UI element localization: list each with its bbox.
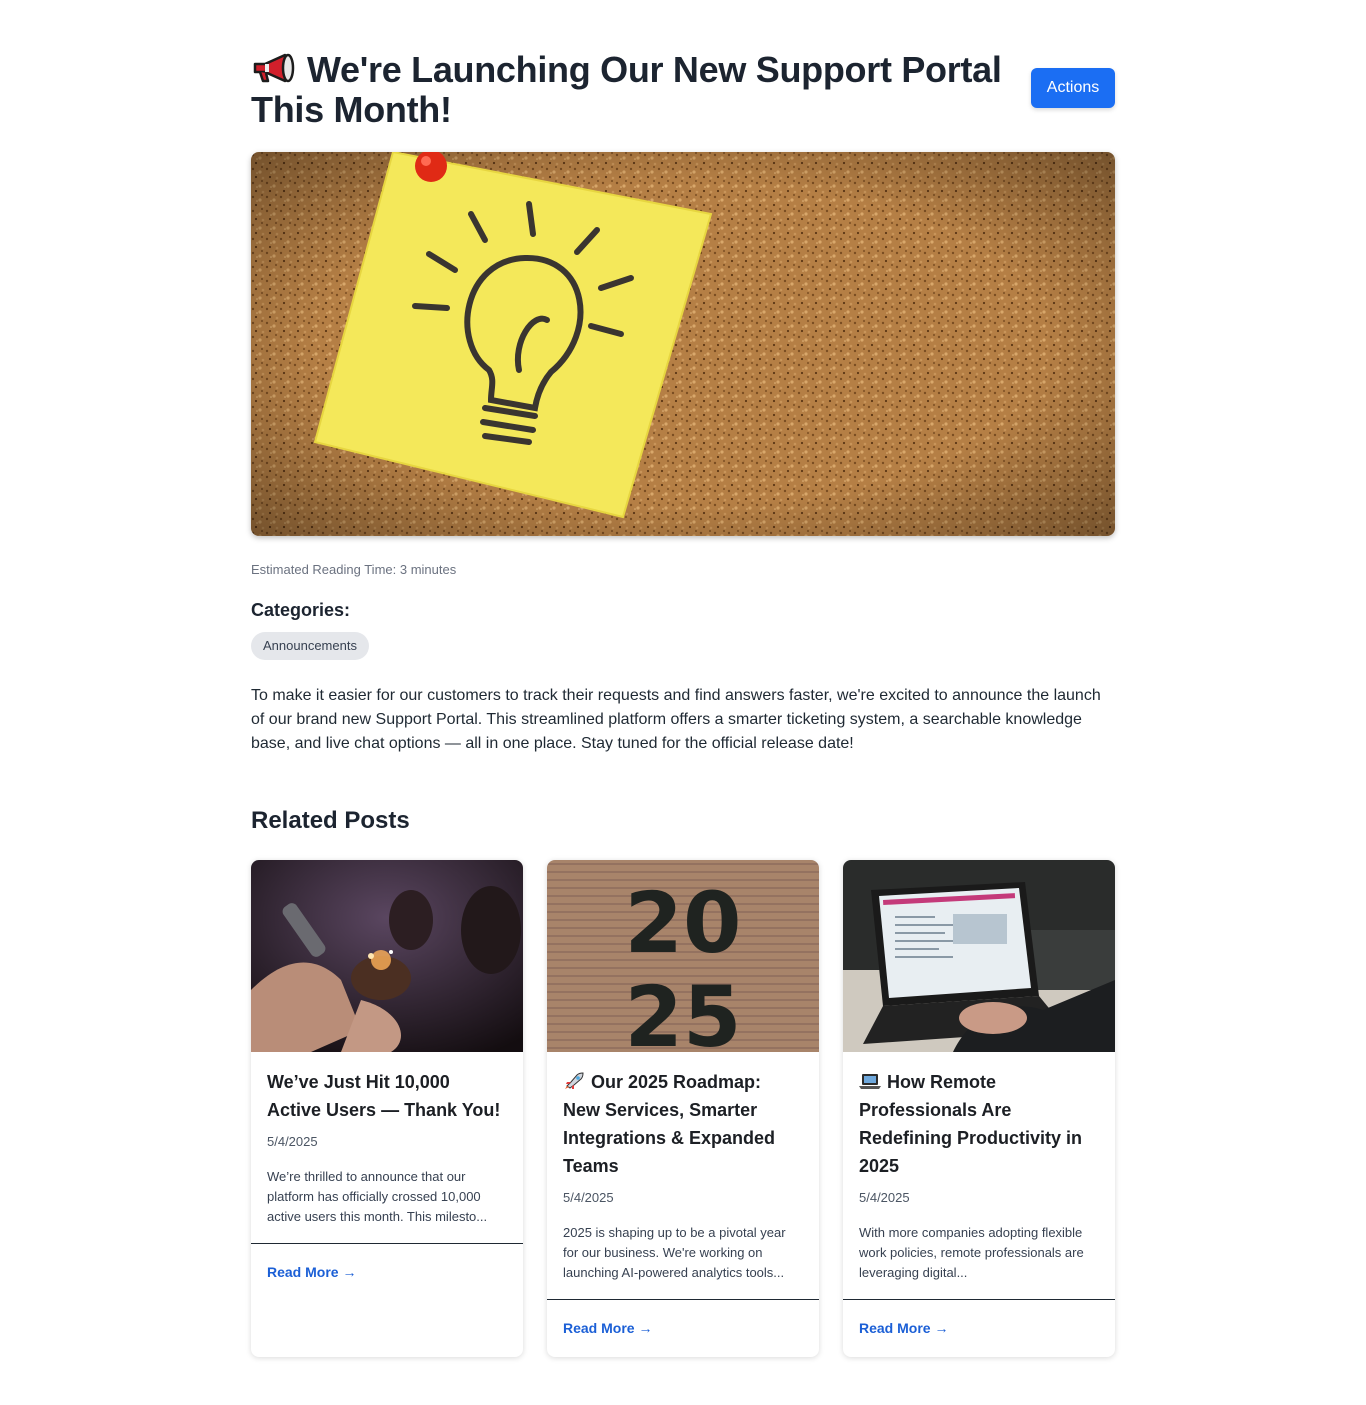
read-more-link[interactable]: Read More →	[251, 1244, 523, 1280]
related-post-title-text: How Remote Professionals Are Redefining …	[859, 1072, 1083, 1176]
related-post-date: 5/4/2025	[859, 1190, 910, 1205]
reading-time: Estimated Reading Time: 3 minutes	[251, 562, 457, 577]
megaphone-icon	[253, 53, 295, 83]
hero-image	[251, 152, 1115, 536]
related-post-title[interactable]: Our 2025 Roadmap: New Services, Smarter …	[563, 1068, 803, 1180]
post-title-text: We're Launching Our New Support Portal T…	[251, 49, 1002, 130]
actions-button[interactable]: Actions	[1031, 68, 1115, 108]
related-post-excerpt: We’re thrilled to announce that our plat…	[267, 1169, 488, 1224]
post-thumbnail: 20 25	[547, 860, 819, 1052]
related-post-card[interactable]: We’ve Just Hit 10,000 Active Users — Tha…	[251, 860, 523, 1357]
related-posts-heading: Related Posts	[251, 807, 410, 834]
post-thumbnail	[843, 860, 1115, 1052]
related-post-title[interactable]: We’ve Just Hit 10,000 Active Users — Tha…	[267, 1068, 507, 1124]
categories-heading: Categories:	[251, 600, 351, 620]
related-post-card[interactable]: 20 25 Our 2025 Roadmap: New Services, Sm…	[547, 860, 819, 1357]
category-chip[interactable]: Announcements	[251, 632, 369, 660]
page-title: We're Launching Our New Support Portal T…	[251, 50, 1021, 130]
lightbulb-note-illustration	[251, 152, 1115, 536]
image-year-bottom: 25	[625, 968, 742, 1052]
read-more-link[interactable]: Read More →	[547, 1300, 819, 1336]
related-post-date: 5/4/2025	[267, 1134, 318, 1149]
post-thumbnail	[251, 860, 523, 1052]
image-year-top: 20	[625, 874, 742, 972]
related-post-card[interactable]: How Remote Professionals Are Redefining …	[843, 860, 1115, 1357]
read-more-link[interactable]: Read More →	[843, 1300, 1115, 1336]
laptop-icon	[859, 1074, 881, 1089]
post-body: To make it easier for our customers to t…	[251, 687, 1101, 752]
related-post-excerpt: With more companies adopting flexible wo…	[859, 1225, 1084, 1280]
post-header: We're Launching Our New Support Portal T…	[251, 50, 1115, 132]
related-post-title-text: Our 2025 Roadmap: New Services, Smarter …	[563, 1072, 776, 1176]
related-post-title[interactable]: How Remote Professionals Are Redefining …	[859, 1068, 1099, 1180]
related-post-date: 5/4/2025	[563, 1190, 614, 1205]
rocket-icon	[565, 1072, 584, 1089]
related-post-excerpt: 2025 is shaping up to be a pivotal year …	[563, 1225, 786, 1280]
